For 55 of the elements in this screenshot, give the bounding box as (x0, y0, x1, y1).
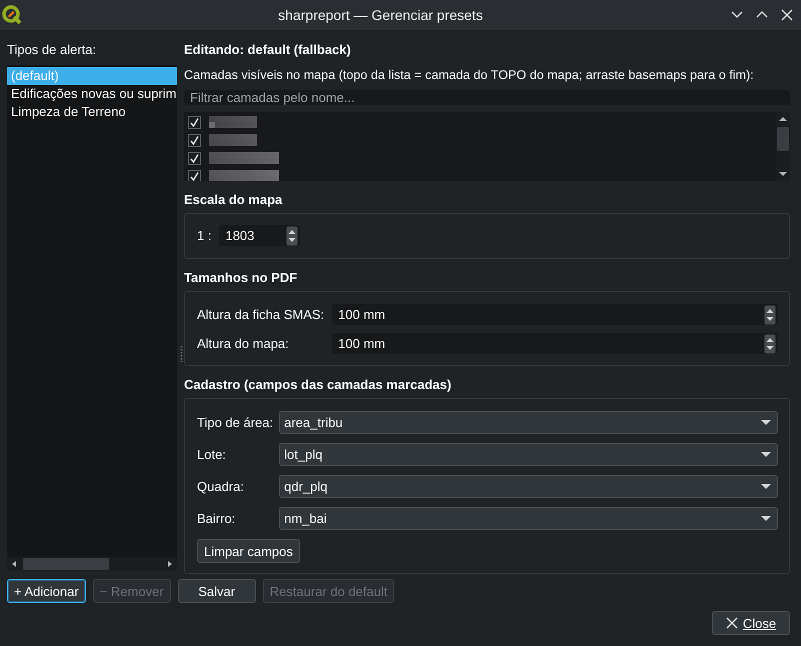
clear-fields-button[interactable]: Limpar campos (197, 539, 300, 563)
field-label: Altura da ficha SMAS: (197, 307, 324, 322)
field-label: Quadra: (197, 479, 245, 494)
field-dropdown[interactable]: qdr_plq (279, 475, 778, 498)
pixelated-name-drawing (209, 116, 257, 128)
field-label: Lote: (197, 447, 227, 462)
checkbox[interactable] (188, 116, 201, 128)
caret-icon (761, 484, 771, 490)
checkmark-icon (189, 134, 200, 146)
horizontal-scrollbar[interactable] (7, 557, 177, 571)
window-title: sharpreport — Gerenciar presets (277, 7, 484, 23)
layers-label: Camadas visíveis no mapa (topo da lista = camada do TOPO do mapa; arraste basemaps para o fim): (184, 67, 755, 83)
pixelated-name-drawing (209, 152, 279, 164)
action-button[interactable]: + Adicionar (7, 579, 86, 603)
editor-heading: Editando: default (fallback) (184, 42, 352, 58)
pixelated-name-drawing (209, 134, 257, 146)
size-spinbox[interactable]: 100 mm (332, 304, 778, 325)
caret-icon (761, 516, 771, 522)
list-item[interactable]: Limpeza de Terreno (7, 103, 177, 121)
checkmark-icon (189, 170, 200, 181)
caret-icon (761, 420, 771, 426)
spin-arrows-icon (764, 304, 776, 324)
pixelated-name-drawing (209, 170, 279, 181)
size-spinbox[interactable]: 100 mm (332, 333, 778, 354)
caret-icon (761, 452, 771, 458)
scale-prefix: 1 : (197, 228, 212, 243)
list-label: Tipos de alerta: (7, 42, 98, 58)
field-dropdown[interactable]: area_tribu (279, 411, 778, 434)
scale-spinbox[interactable]: 1803 (219, 225, 300, 246)
field-dropdown[interactable]: lot_plq (279, 443, 778, 466)
list-item[interactable]: Edificações novas ou suprim (7, 85, 177, 103)
app-logo-icon (2, 5, 22, 25)
section-title: Tamanhos no PDF (184, 270, 298, 286)
section-title: Cadastro (campos das camadas marcadas) (184, 377, 452, 393)
field-label: Altura do mapa: (197, 336, 290, 351)
checkbox[interactable] (188, 152, 201, 164)
field-label: Bairro: (197, 511, 236, 526)
checkbox[interactable] (188, 134, 201, 146)
section-title: Escala do mapa (184, 192, 284, 208)
vertical-scrollbar[interactable] (776, 112, 790, 181)
field-dropdown[interactable]: nm_bai (279, 507, 778, 530)
close-icon (726, 617, 738, 629)
spin-arrows-icon (764, 334, 776, 354)
checkmark-icon (189, 152, 200, 164)
spin-arrows-icon (286, 226, 298, 246)
scrollbar-thumb[interactable] (23, 558, 109, 570)
checkmark-icon (189, 116, 200, 128)
splitter-handle-icon (180, 346, 183, 362)
field-label: Tipo de área: (197, 415, 274, 430)
close-icon (779, 7, 795, 23)
scrollbar-thumb[interactable] (777, 127, 789, 151)
checkbox[interactable] (188, 170, 201, 181)
filter-field[interactable]: Filtrar camadas pelo nome... (184, 90, 790, 105)
action-button[interactable]: Salvar (178, 579, 256, 603)
close-button[interactable]: Close (712, 611, 790, 635)
